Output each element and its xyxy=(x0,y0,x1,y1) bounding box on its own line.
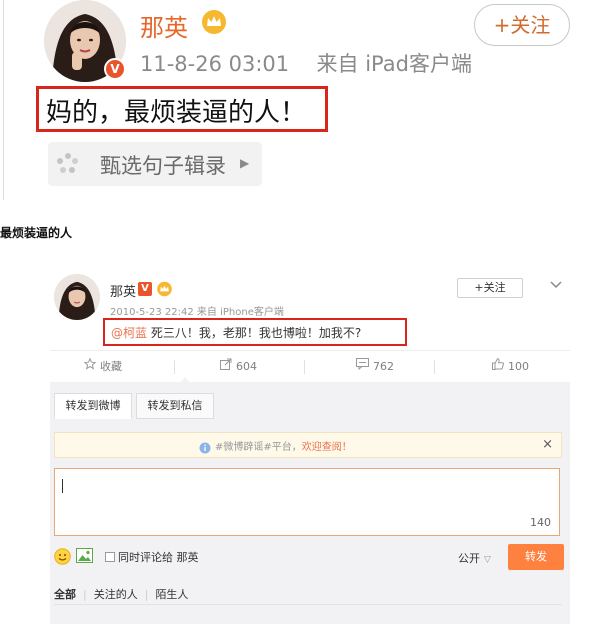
follow-button[interactable]: +关注 xyxy=(457,278,523,298)
filter-row: 全部 | 关注的人 | 陌生人 xyxy=(54,586,188,602)
info-icon xyxy=(199,439,211,458)
post-meta: 11-8-26 03:01 来自 iPad客户端 xyxy=(140,48,472,78)
post-text: @柯蓝 死三八！我，老那！我也博啦！加我不? xyxy=(111,324,361,341)
tab-repost-weibo[interactable]: 转发到微博 xyxy=(54,393,132,419)
user-name[interactable]: 那英 xyxy=(140,8,188,43)
notice-link[interactable]: 欢迎查阅！ xyxy=(302,442,352,453)
avatar[interactable] xyxy=(54,274,100,320)
star-icon xyxy=(83,351,97,383)
repost-input[interactable]: 140 xyxy=(54,468,560,536)
follow-button[interactable]: +关注 xyxy=(474,4,570,46)
visibility-value: 公开 xyxy=(458,552,480,565)
tab-repost-message[interactable]: 转发到私信 xyxy=(136,393,214,419)
favorite-action[interactable]: 收藏 xyxy=(83,351,122,383)
top-screenshot: V 那英 11-8-26 03:01 来自 iPad客户端 +关注 妈的，最烦装… xyxy=(0,0,600,200)
repost-button[interactable]: 转发 xyxy=(508,544,564,570)
avatar-photo xyxy=(54,274,100,320)
caption: 最烦装逼的人 xyxy=(0,226,73,240)
visibility-select[interactable]: 公开 ▽ xyxy=(458,550,491,566)
post-timestamp[interactable]: 11-8-26 03:01 xyxy=(140,52,289,76)
forward-count: 604 xyxy=(236,360,257,373)
divider xyxy=(304,360,305,374)
mention-link[interactable]: @柯蓝 xyxy=(111,326,147,340)
follow-label: +关注 xyxy=(474,281,506,294)
image-icon[interactable] xyxy=(76,548,93,567)
divider: | xyxy=(144,588,149,601)
emoji-icon[interactable] xyxy=(54,548,71,569)
source-chip-label: 甄选句子辑录 xyxy=(100,154,226,178)
verified-badge: V xyxy=(104,58,126,80)
action-bar: 收藏 604 762 100 xyxy=(50,350,570,382)
notice-banner: #微博辟谣#平台，欢迎查阅！ × xyxy=(54,432,562,458)
bottom-screenshot: 那英 V 2010-5-23 22:42 来自 iPhone客户端 +关注 @柯… xyxy=(0,262,600,624)
divider xyxy=(54,604,562,605)
post-body: 死三八！我，老那！我也博啦！加我不? xyxy=(147,326,362,340)
forward-action[interactable]: 604 xyxy=(220,351,257,383)
notice-text: #微博辟谣#平台，欢迎查阅！ xyxy=(215,438,352,453)
chevron-down-icon: ▽ xyxy=(484,555,491,565)
filter-strangers[interactable]: 陌生人 xyxy=(155,588,188,601)
filter-all[interactable]: 全部 xyxy=(54,588,76,601)
comment-count: 762 xyxy=(373,360,394,373)
close-icon[interactable]: × xyxy=(542,437,553,452)
post-meta: 2010-5-23 22:42 来自 iPhone客户端 xyxy=(110,307,284,318)
notice-prefix: #微博辟谣#平台， xyxy=(215,442,302,453)
verified-badge: V xyxy=(138,282,152,296)
flower-icon xyxy=(56,152,80,180)
forward-icon xyxy=(220,351,232,383)
post-source[interactable]: 来自 iPad客户端 xyxy=(317,52,472,76)
divider xyxy=(174,360,175,374)
divider: | xyxy=(83,588,87,601)
divider xyxy=(434,360,435,374)
chevron-down-icon[interactable] xyxy=(550,274,562,293)
comment-icon xyxy=(356,351,369,383)
options-row: 同时评论给 那英 公开 ▽ 转发 xyxy=(54,544,564,570)
like-action[interactable]: 100 xyxy=(492,351,529,383)
favorite-label: 收藏 xyxy=(100,360,122,373)
comment-checkbox[interactable] xyxy=(105,552,115,562)
crown-icon xyxy=(156,281,173,301)
text-cursor xyxy=(62,479,63,493)
like-icon xyxy=(492,351,504,383)
repost-panel: 转发到微博 转发到私信 #微博辟谣#平台，欢迎查阅！ × 140 同时评论给 那… xyxy=(50,382,570,624)
comment-option-label: 同时评论给 那英 xyxy=(118,551,199,564)
filter-following[interactable]: 关注的人 xyxy=(94,588,138,601)
like-count: 100 xyxy=(508,360,529,373)
comment-action[interactable]: 762 xyxy=(356,351,394,383)
divider xyxy=(3,0,4,200)
char-count: 140 xyxy=(530,516,551,529)
chevron-right-icon: ▶ xyxy=(240,156,250,170)
post-text: 妈的，最烦装逼的人！ xyxy=(46,98,307,128)
user-name[interactable]: 那英 xyxy=(110,281,136,300)
crown-icon xyxy=(200,9,228,39)
